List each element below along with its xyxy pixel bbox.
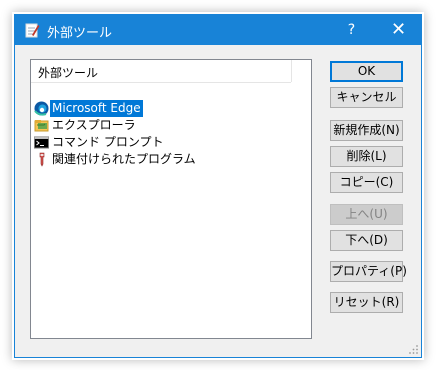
ok-button[interactable]: OK [330,61,403,82]
copy-button[interactable]: コピー(C) [330,172,403,193]
list-item-label: 関連付けられたプログラム [52,152,196,166]
properties-button[interactable]: プロパティ(P) [330,261,407,282]
list-column-header[interactable]: 外部ツール [31,60,291,83]
title-bar[interactable]: 外部ツール ? ✕ [15,15,421,45]
command-prompt-icon [34,135,49,150]
column-separator[interactable] [291,60,292,82]
resize-grip-icon[interactable] [407,343,419,355]
notepad-pen-icon [24,22,40,38]
cancel-button[interactable]: キャンセル [330,87,403,108]
reset-button[interactable]: リセット(R) [330,292,403,313]
explorer-folder-icon [34,118,49,133]
external-tools-dialog: 外部ツール ? ✕ 外部ツール Microsoft Edge エクスプローラ コ… [14,14,422,358]
list-item[interactable]: Microsoft Edge [32,100,292,117]
new-button[interactable]: 新規作成(N) [330,120,403,141]
list-item-label: コマンド プロンプト [52,135,164,149]
move-up-button[interactable]: 上へ(U) [330,204,403,225]
column-header-label: 外部ツール [38,66,99,80]
list-item-label: エクスプローラ [52,118,136,132]
delete-button[interactable]: 削除(L) [330,146,403,167]
associated-program-icon [34,152,49,167]
close-button[interactable]: ✕ [376,15,421,45]
list-item[interactable]: エクスプローラ [32,117,292,134]
dialog-title: 外部ツール [47,26,113,41]
edge-icon [34,101,49,116]
move-down-button[interactable]: 下へ(D) [330,230,403,251]
list-item-label: Microsoft Edge [50,100,143,117]
help-button[interactable]: ? [329,15,374,45]
external-tools-list[interactable]: 外部ツール Microsoft Edge エクスプローラ コマンド プロンプト … [30,59,312,339]
list-item[interactable]: コマンド プロンプト [32,134,292,151]
list-item[interactable]: 関連付けられたプログラム [32,151,292,168]
